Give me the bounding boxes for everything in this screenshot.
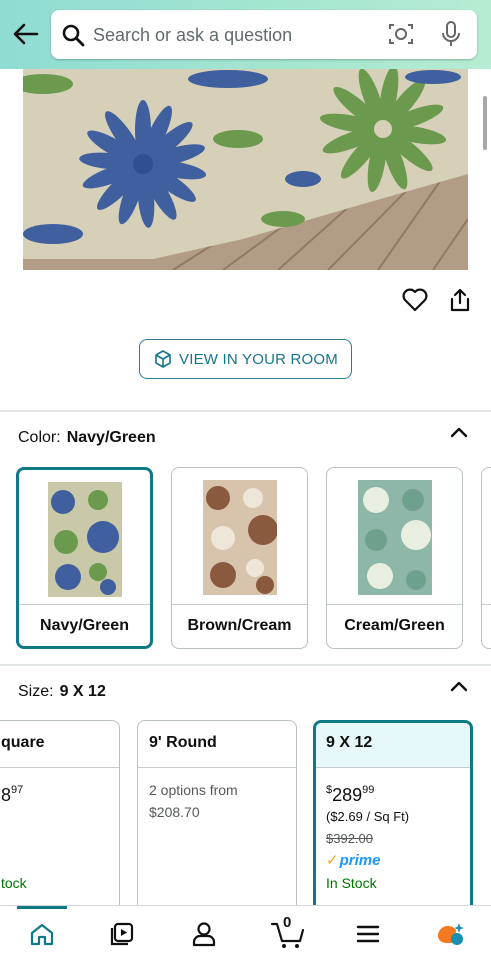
- color-label: Color:: [18, 429, 61, 446]
- size-value: 9 X 12: [59, 683, 106, 700]
- size-option-details: $28999 ($2.69 / Sq Ft) $392.00 ✓prime In…: [326, 779, 409, 894]
- search-bar[interactable]: [51, 10, 477, 59]
- size-label: Size:: [18, 683, 54, 700]
- divider: [0, 410, 491, 412]
- nav-cart[interactable]: 0: [268, 914, 308, 950]
- size-option-9x12[interactable]: 9 X 12 $28999 ($2.69 / Sq Ft) $392.00 ✓p…: [313, 720, 473, 920]
- stock-status: In Stock: [326, 875, 377, 891]
- menu-icon: [356, 925, 380, 943]
- ar-cube-icon: [155, 350, 171, 368]
- color-row-title: Color: Navy/Green: [18, 429, 156, 447]
- list-price: $392.00: [326, 831, 373, 846]
- swatch-image: [357, 480, 432, 595]
- chevron-up-icon[interactable]: [448, 678, 470, 694]
- color-option-brown-cream[interactable]: Brown/Cream: [171, 467, 308, 649]
- nav-account[interactable]: [186, 918, 222, 950]
- view-in-your-room-button[interactable]: VIEW IN YOUR ROOM: [139, 339, 352, 379]
- swatch-label: Brown/Cream: [187, 617, 292, 634]
- camera-search-icon[interactable]: [388, 22, 414, 46]
- swatch-image: [47, 482, 122, 597]
- back-button[interactable]: [10, 20, 42, 48]
- nav-home[interactable]: [24, 918, 60, 950]
- search-icon: [62, 24, 85, 47]
- nav-menu[interactable]: [350, 918, 386, 950]
- prime-check-icon: ✓: [326, 852, 339, 869]
- share-icon[interactable]: [449, 287, 471, 313]
- view-in-your-room-label: VIEW IN YOUR ROOM: [179, 350, 338, 368]
- chevron-up-icon[interactable]: [448, 424, 470, 440]
- heart-icon[interactable]: [402, 288, 428, 312]
- person-icon: [192, 922, 216, 947]
- price: $28999: [326, 784, 375, 805]
- bottom-nav: 0: [0, 905, 491, 960]
- nav-video[interactable]: [104, 918, 140, 950]
- swatch-image: [202, 480, 277, 595]
- swatch-divider: [172, 604, 307, 605]
- swatch-divider: [19, 604, 150, 605]
- color-option-cream-green[interactable]: Cream/Green: [326, 467, 463, 649]
- size-option-title: quare: [1, 734, 45, 751]
- size-option-divider: [138, 767, 296, 768]
- size-option-square[interactable]: quare 897 tock: [0, 720, 120, 920]
- size-option-divider: [0, 767, 119, 768]
- size-row-title: Size: 9 X 12: [18, 683, 106, 701]
- microphone-icon[interactable]: [441, 21, 461, 47]
- header: [0, 0, 491, 69]
- color-option-partial[interactable]: [481, 467, 491, 649]
- options-price: $208.70: [149, 804, 200, 820]
- rug-photo: [23, 69, 468, 270]
- size-option-title: 9' Round: [149, 734, 217, 751]
- size-option-divider: [316, 767, 470, 768]
- scrollbar[interactable]: [483, 96, 487, 150]
- product-page: { "search": { "placeholder": "Search or …: [0, 0, 491, 960]
- unit-price: ($2.69 / Sq Ft): [326, 809, 410, 824]
- color-option-navy-green[interactable]: Navy/Green: [16, 467, 153, 649]
- stock-status: tock: [1, 875, 27, 891]
- size-option-9-round[interactable]: 9' Round 2 options from $208.70: [137, 720, 297, 920]
- product-image[interactable]: [23, 69, 468, 270]
- swatch-label: Cream/Green: [344, 617, 445, 634]
- price: 897: [1, 784, 24, 805]
- options-text: 2 options from: [149, 782, 238, 798]
- home-icon: [30, 923, 54, 946]
- size-option-details: 2 options from $208.70: [149, 779, 238, 823]
- color-value: Navy/Green: [66, 429, 156, 446]
- swatch-divider: [482, 604, 491, 605]
- rufus-assistant-icon: [437, 923, 464, 945]
- search-input[interactable]: [93, 20, 373, 50]
- nav-assistant[interactable]: [432, 918, 468, 950]
- prime-badge: ✓prime: [326, 852, 381, 869]
- back-arrow-icon: [13, 23, 39, 45]
- video-icon: [110, 922, 134, 946]
- active-tab-indicator: [17, 906, 67, 909]
- swatch-label: Navy/Green: [40, 617, 129, 634]
- size-option-title: 9 X 12: [316, 723, 470, 767]
- swatch-divider: [327, 604, 462, 605]
- cart-count: 0: [283, 914, 292, 931]
- size-option-details: 897 tock: [1, 779, 27, 894]
- divider: [0, 664, 491, 666]
